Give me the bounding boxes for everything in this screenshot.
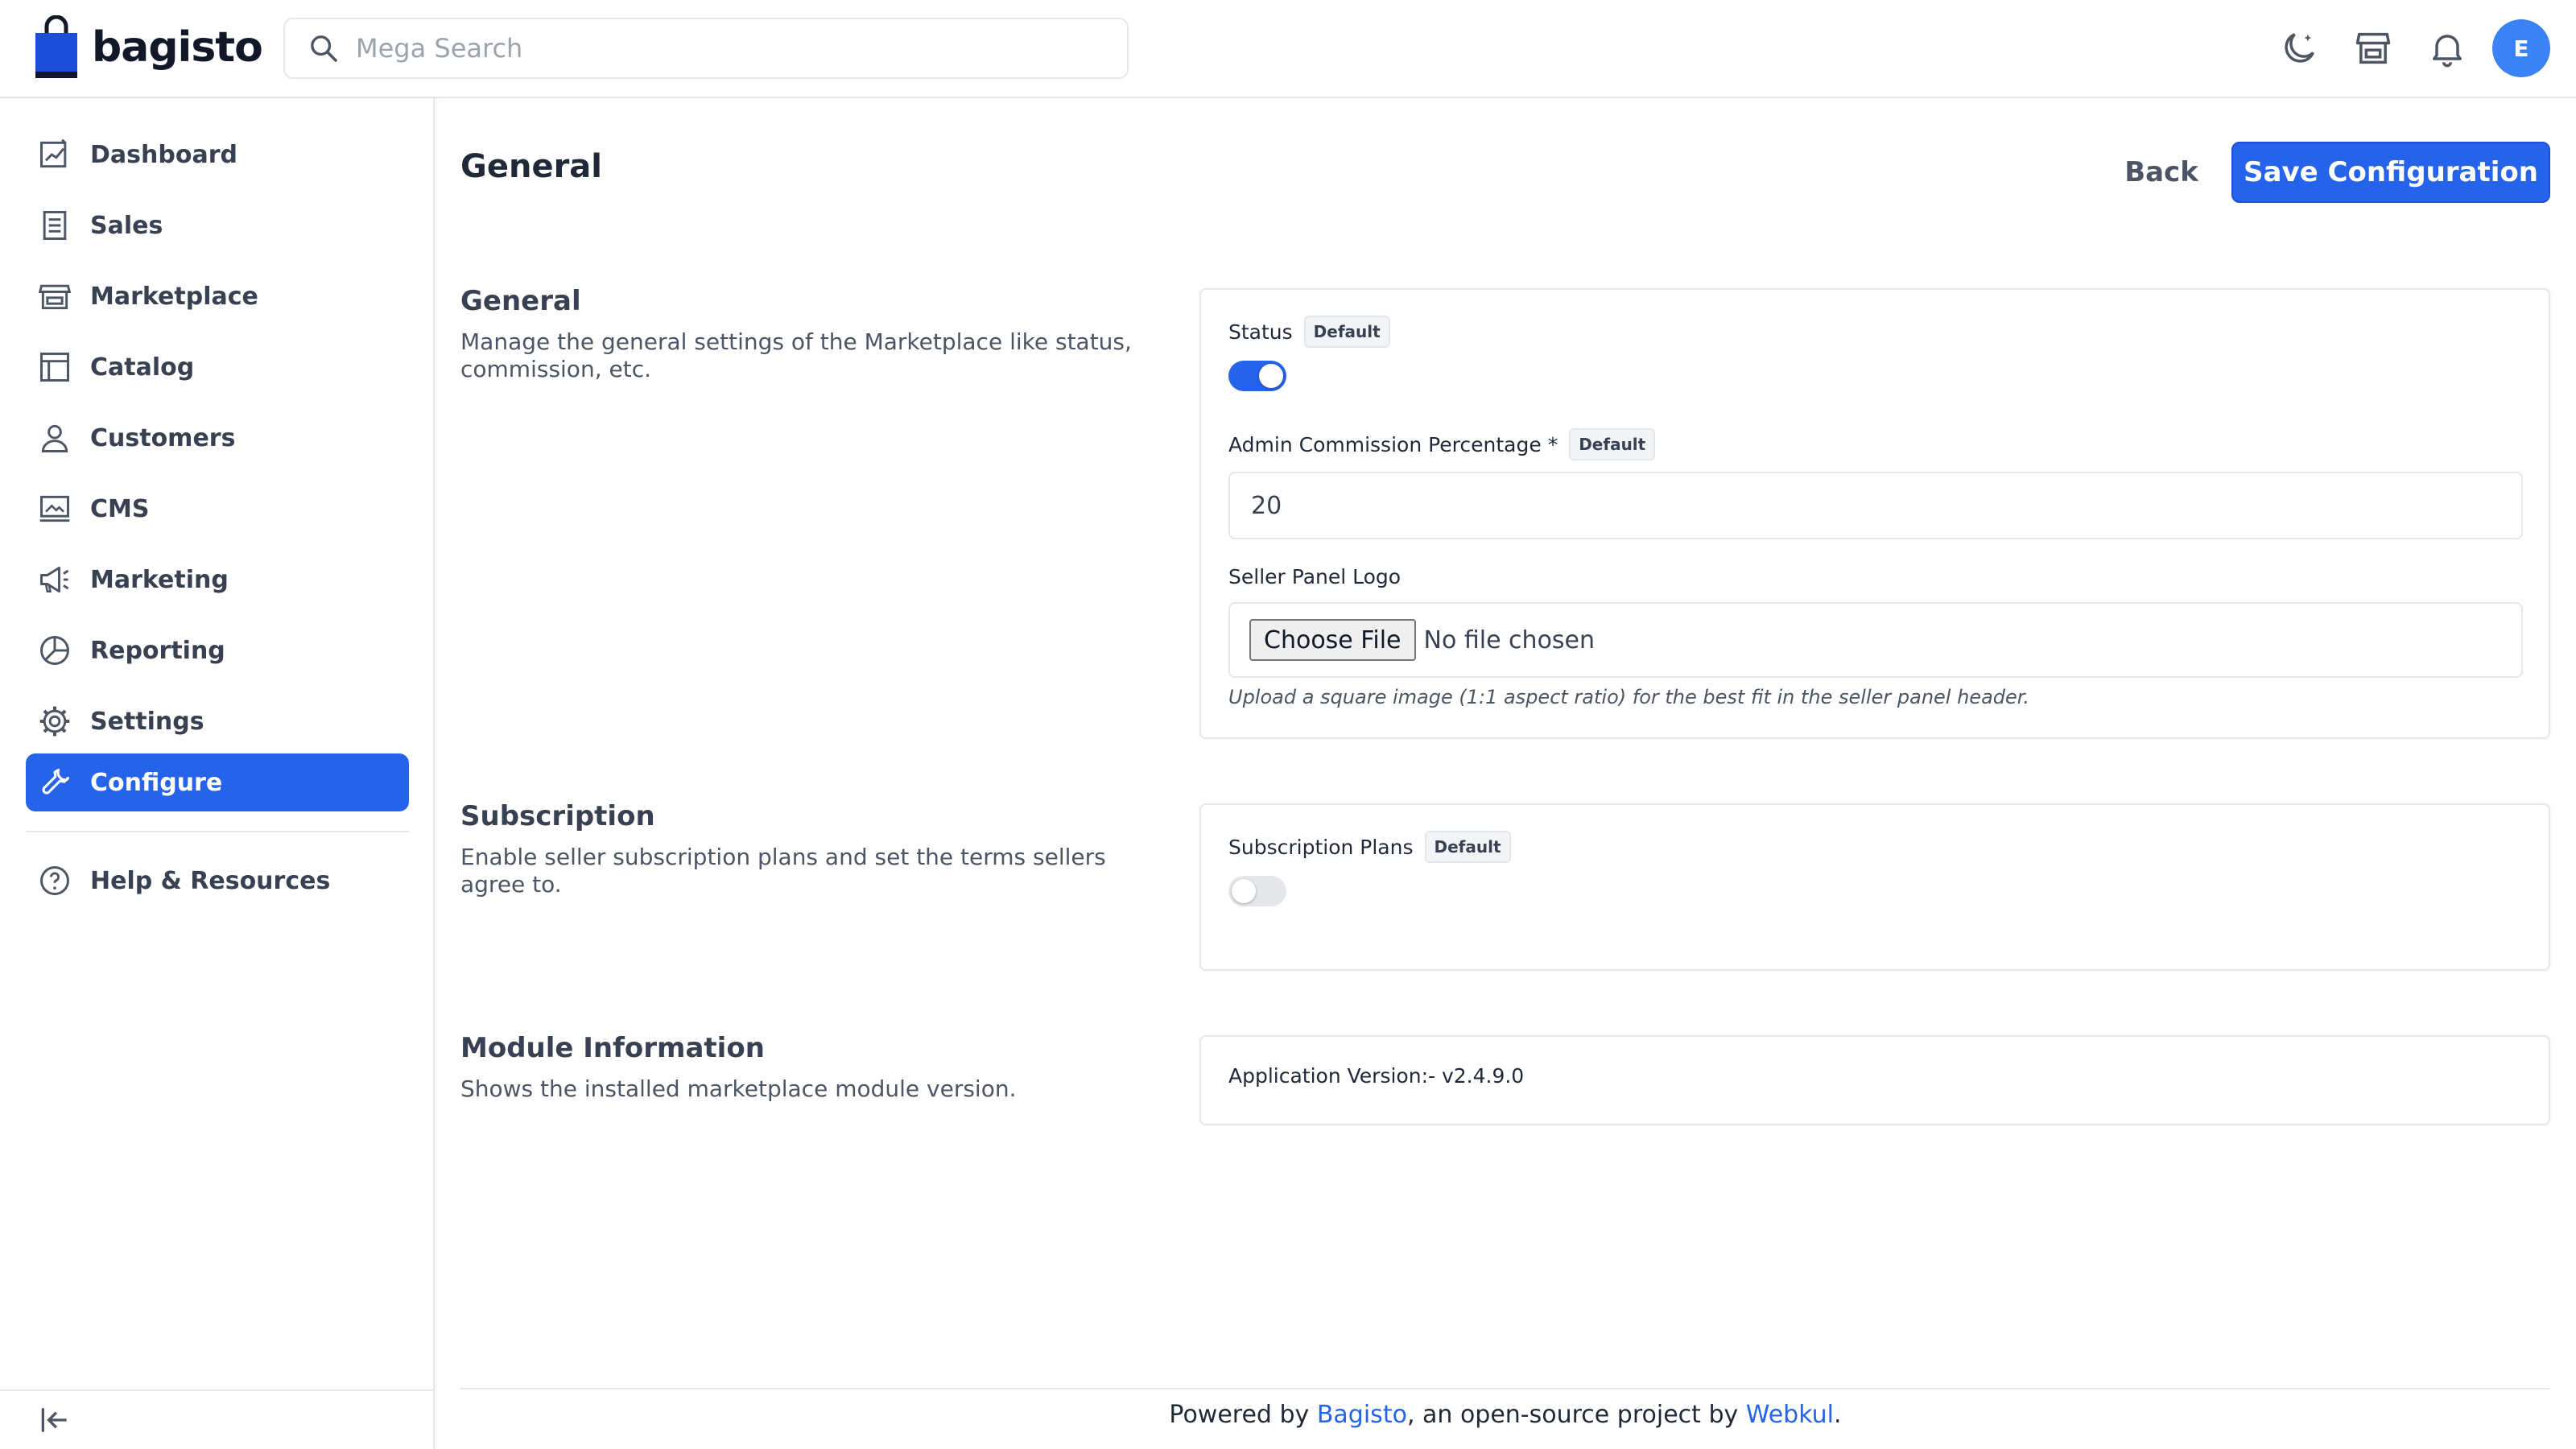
subscription-plans-label: Subscription Plans bbox=[1228, 835, 1414, 859]
default-badge: Default bbox=[1424, 831, 1511, 863]
status-toggle[interactable] bbox=[1228, 361, 1286, 391]
module-info-card: Application Version:- v2.4.9.0 bbox=[1199, 1035, 2550, 1125]
sidebar-item-marketing[interactable]: Marketing bbox=[26, 551, 409, 609]
module-section-title: Module Information bbox=[460, 1032, 765, 1064]
webkul-link[interactable]: Webkul bbox=[1746, 1401, 1834, 1429]
sidebar-item-label: Marketing bbox=[90, 565, 229, 594]
sidebar-item-label: Catalog bbox=[90, 353, 195, 382]
sidebar-item-label: Help & Resources bbox=[90, 866, 331, 895]
search-input[interactable] bbox=[356, 33, 1080, 64]
bagisto-link[interactable]: Bagisto bbox=[1317, 1401, 1407, 1429]
save-configuration-button[interactable]: Save Configuration bbox=[2231, 142, 2550, 203]
commission-field-label: Admin Commission Percentage * Default bbox=[1228, 428, 1656, 460]
general-section-title: General bbox=[460, 285, 581, 317]
sidebar-item-label: CMS bbox=[90, 494, 150, 523]
brand-logo[interactable]: bagisto bbox=[32, 14, 263, 80]
sidebar-item-customers[interactable]: Customers bbox=[26, 409, 409, 467]
dark-mode-icon[interactable] bbox=[2278, 27, 2320, 69]
page-title: General bbox=[460, 148, 602, 185]
sidebar-item-label: Sales bbox=[90, 211, 163, 240]
sidebar-item-label: Customers bbox=[90, 423, 236, 452]
status-label: Status bbox=[1228, 320, 1293, 344]
storefront-icon[interactable] bbox=[2352, 27, 2394, 69]
application-version: Application Version:- v2.4.9.0 bbox=[1228, 1064, 1525, 1088]
default-badge: Default bbox=[1303, 316, 1390, 348]
footer-suffix: . bbox=[1834, 1401, 1842, 1429]
sidebar-item-label: Reporting bbox=[90, 636, 225, 665]
user-icon bbox=[41, 424, 68, 452]
subscription-section-description: Enable seller subscription plans and set… bbox=[460, 844, 1106, 898]
sidebar-item-label: Marketplace bbox=[90, 282, 258, 311]
default-badge: Default bbox=[1569, 428, 1656, 460]
sales-icon bbox=[43, 211, 67, 240]
logo-field-label: Seller Panel Logo bbox=[1228, 565, 1401, 588]
footer: Powered by Bagisto, an open-source proje… bbox=[460, 1401, 2550, 1429]
notification-bell-icon[interactable] bbox=[2426, 27, 2468, 69]
sidebar-item-cms[interactable]: CMS bbox=[26, 480, 409, 538]
footer-prefix: Powered by bbox=[1169, 1401, 1317, 1429]
sidebar-item-configure[interactable]: Configure bbox=[26, 753, 409, 811]
megaphone-icon bbox=[40, 566, 69, 593]
wrench-icon bbox=[42, 768, 70, 795]
footer-divider bbox=[460, 1388, 2550, 1389]
sidebar-item-catalog[interactable]: Catalog bbox=[26, 338, 409, 396]
mega-search[interactable] bbox=[283, 18, 1129, 79]
user-avatar[interactable]: E bbox=[2492, 19, 2550, 77]
logo-label: Seller Panel Logo bbox=[1228, 565, 1402, 588]
catalog-icon bbox=[40, 353, 69, 382]
sidebar-item-dashboard[interactable]: Dashboard bbox=[26, 126, 409, 184]
module-section-description: Shows the installed marketplace module v… bbox=[460, 1075, 1017, 1102]
toggle-knob bbox=[1259, 364, 1283, 388]
sidebar-item-label: Settings bbox=[90, 707, 204, 736]
sidebar-bottom-divider bbox=[0, 1389, 433, 1391]
status-field-label: Status Default bbox=[1228, 316, 1390, 348]
choose-file-button[interactable]: Choose File bbox=[1249, 619, 1416, 661]
sidebar-item-marketplace[interactable]: Marketplace bbox=[26, 267, 409, 325]
sidebar-item-settings[interactable]: Settings bbox=[26, 692, 409, 750]
pie-chart-icon bbox=[40, 636, 69, 665]
sidebar: Dashboard Sales Marketplace Catalog Cust… bbox=[0, 98, 435, 1449]
subscription-plans-field-label: Subscription Plans Default bbox=[1228, 831, 1511, 863]
logo-hint: Upload a square image (1:1 aspect ratio)… bbox=[1228, 686, 2030, 708]
seller-logo-file-input: Choose File No file chosen bbox=[1228, 602, 2523, 678]
sidebar-item-help[interactable]: Help & Resources bbox=[26, 852, 409, 910]
commission-label: Admin Commission Percentage * bbox=[1228, 432, 1558, 456]
sidebar-item-label: Configure bbox=[90, 768, 223, 797]
store-icon bbox=[38, 284, 72, 310]
sidebar-item-label: Dashboard bbox=[90, 140, 237, 169]
subscription-section-title: Subscription bbox=[460, 800, 655, 832]
toggle-knob bbox=[1232, 879, 1256, 903]
subscription-plans-toggle[interactable] bbox=[1228, 876, 1286, 906]
shopping-bag-logo-icon bbox=[35, 15, 77, 78]
back-button[interactable]: Back bbox=[2109, 142, 2214, 203]
sidebar-item-reporting[interactable]: Reporting bbox=[26, 621, 409, 679]
cms-icon bbox=[39, 495, 70, 522]
collapse-sidebar-icon[interactable] bbox=[37, 1402, 72, 1438]
search-icon bbox=[311, 35, 337, 62]
general-settings-card: Status Default Admin Commission Percenta… bbox=[1199, 288, 2550, 739]
top-header: bagisto E bbox=[0, 0, 2576, 98]
sidebar-divider bbox=[26, 831, 409, 832]
brand-name: bagisto bbox=[92, 23, 263, 72]
subscription-settings-card: Subscription Plans Default bbox=[1199, 803, 2550, 971]
commission-percentage-input[interactable] bbox=[1228, 472, 2523, 539]
general-section-description: Manage the general settings of the Marke… bbox=[460, 328, 1132, 382]
sidebar-item-sales[interactable]: Sales bbox=[26, 196, 409, 254]
dashboard-icon bbox=[40, 138, 67, 168]
help-icon bbox=[40, 866, 69, 895]
footer-middle: , an open-source project by bbox=[1406, 1401, 1746, 1429]
gear-icon bbox=[39, 706, 70, 737]
file-status-text: No file chosen bbox=[1423, 625, 1596, 654]
